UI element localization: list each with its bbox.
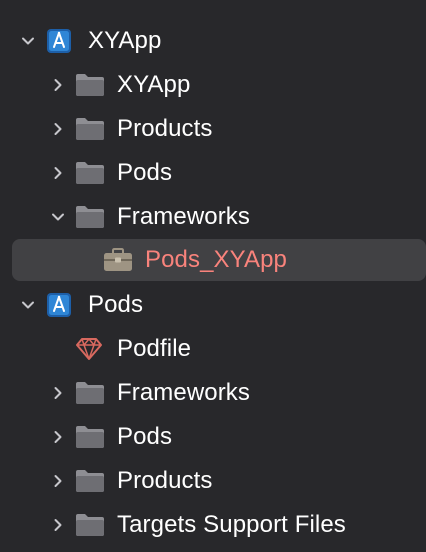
xcode-project-icon xyxy=(46,28,72,54)
folder-icon xyxy=(74,424,106,450)
ruby-gem-icon xyxy=(75,337,103,361)
folder-icon xyxy=(74,380,106,406)
folder-icon xyxy=(74,468,106,494)
chevron-right-icon[interactable] xyxy=(49,164,67,182)
tree-row-pods[interactable]: Pods xyxy=(0,151,426,195)
chevron-right-icon[interactable] xyxy=(49,428,67,446)
tree-item-label: XYApp xyxy=(117,71,191,98)
tree-row-pods-xyapp[interactable]: Pods_XYApp xyxy=(0,238,426,282)
tree-row-products[interactable]: Products xyxy=(0,107,426,151)
folder-icon xyxy=(74,72,106,98)
folder-icon xyxy=(74,512,106,538)
tree-row-targets-support-files[interactable]: Targets Support Files xyxy=(0,503,426,547)
tree-row-xyapp-project[interactable]: XYApp xyxy=(0,19,426,63)
tree-item-label: Targets Support Files xyxy=(117,511,346,538)
tree-item-label: Pods_XYApp xyxy=(145,246,287,273)
chevron-down-icon[interactable] xyxy=(19,32,37,50)
tree-item-label: Frameworks xyxy=(117,379,251,406)
tree-row-frameworks[interactable]: Frameworks xyxy=(0,195,426,239)
tree-item-label: Frameworks xyxy=(117,203,251,230)
tree-row-podfile[interactable]: Podfile xyxy=(0,327,426,371)
chevron-right-icon[interactable] xyxy=(49,384,67,402)
tree-item-label: Pods xyxy=(88,291,144,318)
toolbox-icon xyxy=(102,247,134,273)
tree-item-label: XYApp xyxy=(88,27,162,54)
tree-item-label: Products xyxy=(117,467,213,494)
chevron-right-icon[interactable] xyxy=(49,472,67,490)
xcode-project-icon xyxy=(46,292,72,318)
tree-row-pods-project[interactable]: Pods xyxy=(0,283,426,327)
folder-icon xyxy=(74,160,106,186)
tree-row-pods-2[interactable]: Pods xyxy=(0,415,426,459)
tree-item-label: Pods xyxy=(117,423,173,450)
chevron-down-icon[interactable] xyxy=(19,296,37,314)
tree-item-label: Podfile xyxy=(117,335,192,362)
tree-item-label: Products xyxy=(117,115,213,142)
tree-row-products-2[interactable]: Products xyxy=(0,459,426,503)
chevron-down-icon[interactable] xyxy=(49,208,67,226)
tree-item-label: Pods xyxy=(117,159,173,186)
chevron-right-icon[interactable] xyxy=(49,120,67,138)
folder-icon xyxy=(74,116,106,142)
chevron-right-icon[interactable] xyxy=(49,76,67,94)
project-navigator: XYApp XYApp Products Pods Frameworks Pod… xyxy=(0,0,426,552)
chevron-right-icon[interactable] xyxy=(49,516,67,534)
tree-row-xyapp-folder[interactable]: XYApp xyxy=(0,63,426,107)
folder-icon xyxy=(74,204,106,230)
tree-row-frameworks-2[interactable]: Frameworks xyxy=(0,371,426,415)
